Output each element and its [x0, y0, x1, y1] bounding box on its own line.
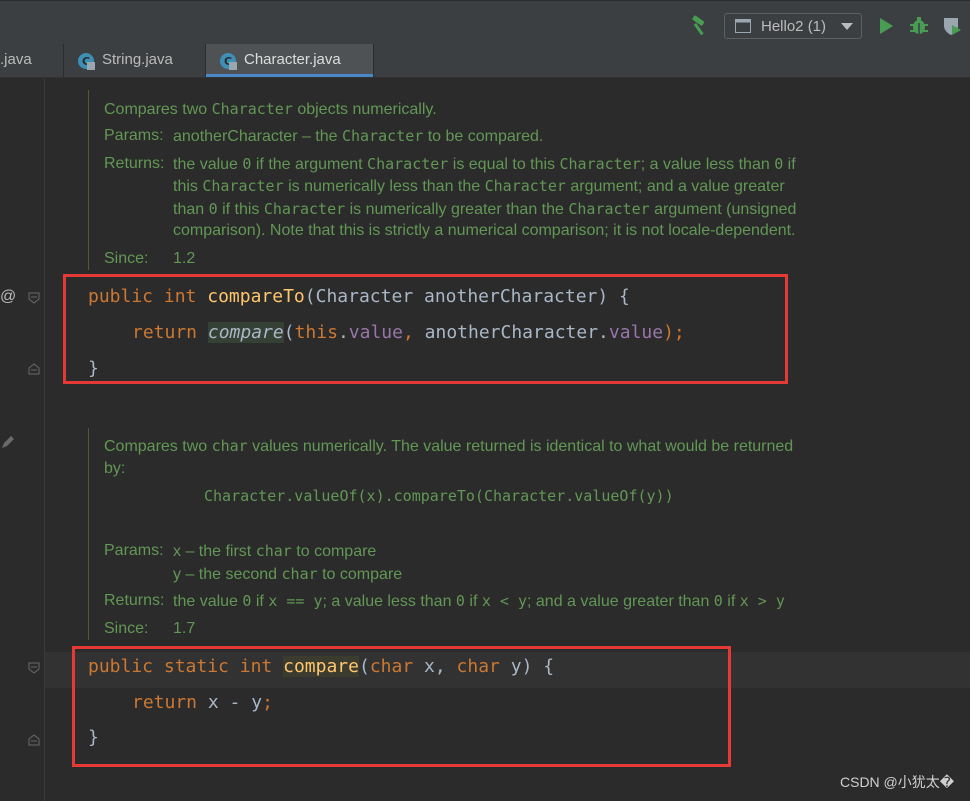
- doc-summary: Compares two Character objects numerical…: [104, 98, 437, 121]
- doc-since-value: 1.7: [173, 620, 196, 637]
- doc-code: 0: [208, 200, 218, 218]
- doc-returns-line: the value 0 if the argument Character is…: [173, 153, 796, 176]
- tab-string-java[interactable]: C String.java: [64, 44, 206, 77]
- debug-icon[interactable]: [908, 15, 930, 37]
- doc-since-label: Since:: [104, 250, 149, 267]
- doc-summary-line2: by:: [104, 460, 126, 477]
- coverage-icon[interactable]: [941, 15, 963, 37]
- highlight-box: [63, 274, 788, 384]
- doc-text: if: [722, 593, 740, 610]
- doc-text: ; and a value greater than: [527, 593, 714, 610]
- doc-code: Character: [342, 127, 424, 145]
- tab-character-java[interactable]: C Character.java: [206, 44, 374, 77]
- doc-text: ; a value less than: [322, 593, 456, 610]
- java-class-icon: C: [78, 53, 95, 70]
- doc-returns-line: comparison). Note that this is strictly …: [173, 220, 796, 242]
- doc-text: argument (unsigned: [649, 201, 797, 218]
- fold-close-icon[interactable]: [27, 733, 41, 747]
- doc-code: Character: [484, 177, 566, 195]
- doc-text: y – the second: [173, 566, 282, 583]
- doc-code: x < y: [481, 592, 527, 610]
- override-marker-icon[interactable]: @: [0, 288, 16, 306]
- doc-params-label: Params:: [104, 542, 164, 559]
- doc-text: the value: [173, 156, 243, 173]
- doc-text: to compare: [317, 566, 403, 583]
- doc-code: char: [281, 565, 318, 583]
- doc-text: values numerically. The value returned i…: [247, 438, 794, 455]
- hammer-icon[interactable]: [688, 15, 710, 37]
- chevron-down-icon: [841, 23, 853, 30]
- doc-returns-line: this Character is numerically less than …: [173, 175, 785, 198]
- doc-code: 0: [713, 592, 723, 610]
- doc-text: the value: [173, 593, 243, 610]
- javadoc-rendered-block: [88, 428, 89, 640]
- run-configuration-dropdown[interactable]: Hello2 (1): [724, 13, 862, 39]
- doc-text: than: [173, 201, 209, 218]
- doc-text: to compare: [291, 543, 377, 560]
- doc-code: x > y: [739, 592, 785, 610]
- doc-code: char: [211, 437, 248, 455]
- doc-text: this: [173, 178, 203, 195]
- tab-label: Character.java: [244, 51, 341, 68]
- doc-text: is equal to this: [448, 156, 560, 173]
- doc-text: is numerically less than the: [283, 178, 485, 195]
- doc-param-x: x – the first char to compare: [173, 540, 376, 563]
- doc-since-value: 1.2: [173, 250, 196, 267]
- active-tab-indicator: [206, 74, 373, 77]
- doc-since-label: Since:: [104, 620, 149, 637]
- doc-text: if the argument: [251, 156, 368, 173]
- doc-returns-label: Returns:: [104, 155, 165, 172]
- editor-tab-bar: .java C String.java C Character.java: [0, 44, 970, 78]
- fold-close-icon[interactable]: [27, 362, 41, 376]
- doc-text: to be compared.: [423, 128, 544, 145]
- doc-code: 0: [455, 592, 465, 610]
- doc-text: if this: [217, 201, 264, 218]
- doc-code: Character: [263, 200, 346, 218]
- tab-java-file[interactable]: .java: [0, 44, 64, 77]
- doc-text: Compares two: [104, 438, 212, 455]
- fold-open-icon[interactable]: [27, 291, 41, 305]
- doc-code: Character: [568, 200, 650, 218]
- doc-code: 0: [774, 155, 784, 173]
- doc-params-text: anotherCharacter – the Character to be c…: [173, 125, 543, 148]
- gutter-separator: [44, 78, 45, 801]
- doc-code: Character: [202, 177, 284, 195]
- doc-text: objects numerically.: [292, 101, 437, 118]
- doc-code: Character: [367, 155, 449, 173]
- main-toolbar: Hello2 (1): [0, 0, 970, 45]
- run-configuration-label: Hello2 (1): [761, 18, 827, 35]
- doc-text: ; a value less than: [640, 156, 775, 173]
- doc-text: is numerically greater than the: [345, 201, 569, 218]
- doc-text: if: [783, 156, 796, 173]
- tab-label: String.java: [102, 51, 173, 68]
- doc-returns-label: Returns:: [104, 592, 165, 609]
- doc-code: x == y: [268, 592, 323, 610]
- doc-text: anotherCharacter – the: [173, 128, 342, 145]
- doc-param-y: y – the second char to compare: [173, 563, 402, 586]
- doc-text: argument; and a value greater: [565, 178, 785, 195]
- doc-text: if: [251, 593, 269, 610]
- application-config-icon: [735, 19, 751, 33]
- tab-label: .java: [0, 51, 32, 68]
- doc-summary: Compares two char values numerically. Th…: [104, 435, 793, 458]
- fold-open-icon[interactable]: [27, 661, 41, 675]
- doc-returns-line: than 0 if this Character is numerically …: [173, 198, 796, 221]
- doc-code: Character: [559, 155, 641, 173]
- doc-returns-line: the value 0 if x == y; a value less than…: [173, 590, 785, 613]
- doc-text: comparison). Note that this is strictly …: [173, 222, 796, 239]
- javadoc-rendered-block: [88, 90, 89, 270]
- highlight-box: [72, 646, 731, 767]
- watermark: CSDN @小犹太�: [840, 774, 955, 790]
- doc-text: Compares two: [104, 101, 212, 118]
- doc-code: char: [255, 542, 292, 560]
- java-class-icon: C: [220, 53, 237, 70]
- doc-params-label: Params:: [104, 127, 164, 144]
- run-icon[interactable]: [880, 18, 893, 34]
- doc-code: Character: [211, 100, 293, 118]
- edit-pencil-icon[interactable]: [0, 434, 16, 450]
- doc-text: x – the first: [173, 543, 256, 560]
- doc-text: if: [464, 593, 482, 610]
- doc-example-code: Character.valueOf(x).compareTo(Character…: [204, 487, 674, 505]
